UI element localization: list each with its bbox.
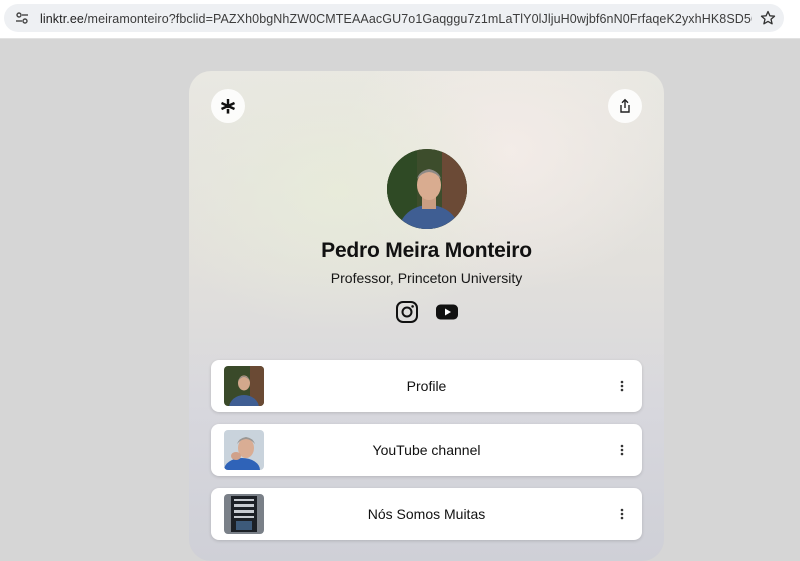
link-thumbnail: [224, 494, 264, 534]
more-options-icon[interactable]: [612, 440, 632, 460]
link-button-youtube-channel[interactable]: YouTube channel: [211, 424, 642, 476]
browser-toolbar: linktr.ee/meiramonteiro?fbclid=PAZXh0bgN…: [0, 0, 800, 39]
linktree-profile-card: Pedro Meira Monteiro Professor, Princeto…: [189, 71, 664, 561]
bookmark-star-icon[interactable]: [760, 10, 776, 26]
link-thumbnail: [224, 430, 264, 470]
social-icons-row: [189, 300, 664, 328]
address-bar[interactable]: linktr.ee/meiramonteiro?fbclid=PAZXh0bgN…: [4, 4, 784, 32]
link-thumbnail: [224, 366, 264, 406]
linktree-asterisk-icon: [220, 99, 236, 114]
url-path: /meiramonteiro?fbclid=PAZXh0bgNhZW0CMTEA…: [83, 12, 752, 26]
share-button[interactable]: [608, 89, 642, 123]
url-text[interactable]: linktr.ee/meiramonteiro?fbclid=PAZXh0bgN…: [40, 11, 752, 27]
more-options-icon[interactable]: [612, 376, 632, 396]
share-icon: [620, 98, 630, 113]
link-button-nos-somos-muitas[interactable]: Nós Somos Muitas: [211, 488, 642, 540]
more-options-icon[interactable]: [612, 504, 632, 524]
profile-bio: Professor, Princeton University: [330, 270, 523, 286]
link-button-profile[interactable]: Profile: [211, 360, 642, 412]
linktree-logo-button[interactable]: [211, 89, 245, 123]
url-host: linktr.ee: [40, 12, 84, 26]
youtube-icon[interactable]: [435, 300, 459, 324]
link-label: Nós Somos Muitas: [367, 506, 486, 522]
instagram-icon[interactable]: [395, 300, 419, 324]
site-info-icon[interactable]: [14, 10, 30, 26]
profile-avatar: [387, 149, 467, 229]
link-label: Profile: [406, 378, 447, 394]
link-label: YouTube channel: [372, 442, 481, 458]
profile-name: Pedro Meira Monteiro: [321, 239, 532, 262]
